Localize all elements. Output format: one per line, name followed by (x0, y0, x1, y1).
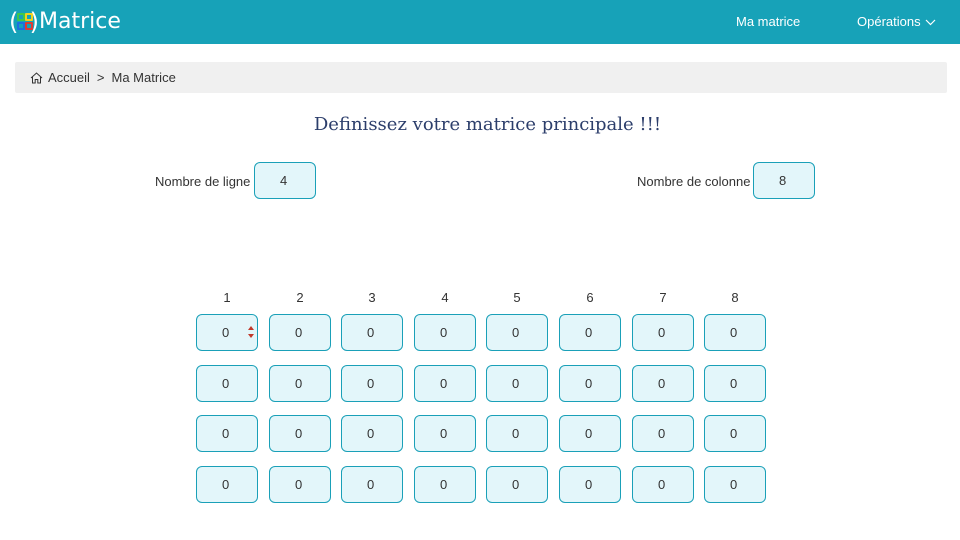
chevron-down-icon (925, 19, 936, 26)
matrix-cell-input[interactable] (196, 466, 258, 503)
matrix-cell-input[interactable] (341, 365, 403, 402)
matrix-col-header: 6 (586, 290, 594, 305)
top-navbar: ( ) Matrice Ma matrice Opérations (0, 0, 960, 44)
matrix-col-header: 4 (441, 290, 449, 305)
page-title: Definissez votre matrice principale !!! (313, 114, 662, 135)
nav-dropdown-label: Opérations (857, 14, 921, 29)
matrix-cell-input[interactable] (414, 466, 476, 503)
matrix-cell-input[interactable] (414, 365, 476, 402)
matrix-cell-input[interactable] (559, 365, 621, 402)
matrix-cell-input[interactable] (341, 466, 403, 503)
matrix-cell-input[interactable] (559, 314, 621, 351)
matrix-col-header: 5 (513, 290, 521, 305)
breadcrumb-separator: > (96, 70, 105, 85)
nav-dropdown-operations[interactable]: Opérations (857, 0, 936, 44)
matrix-cell-input[interactable] (486, 314, 548, 351)
matrix-col-header: 3 (368, 290, 376, 305)
matrix-cell-input[interactable] (704, 466, 766, 503)
breadcrumb-item-current: Ma Matrice (111, 70, 176, 85)
matrix-cell-input[interactable] (486, 365, 548, 402)
matrix-cell-input[interactable] (486, 466, 548, 503)
matrix-cell-input[interactable] (341, 415, 403, 452)
breadcrumb-item-accueil: Accueil (48, 70, 90, 85)
matrix-cell-input[interactable] (196, 365, 258, 402)
cols-count-label: Nombre de colonne : (637, 174, 758, 189)
matrix-cell-input[interactable] (704, 365, 766, 402)
rows-count-input[interactable] (254, 162, 316, 199)
matrix-cell-input[interactable] (486, 415, 548, 452)
breadcrumb-home[interactable]: Accueil (30, 70, 90, 85)
matrix-cell-input[interactable] (414, 314, 476, 351)
app-title: Matrice (39, 9, 121, 34)
matrix-cell-input[interactable] (559, 415, 621, 452)
matrix-cell-input[interactable] (269, 415, 331, 452)
matrix-cell-input[interactable] (341, 314, 403, 351)
matrix-cell-input[interactable] (269, 466, 331, 503)
logo-square-green (17, 13, 25, 21)
matrix-cell-input[interactable] (414, 415, 476, 452)
breadcrumb: Accueil > Ma Matrice (15, 62, 947, 93)
matrix-cell-input[interactable] (632, 365, 694, 402)
matrix-cell-input[interactable] (196, 415, 258, 452)
matrix-col-header: 2 (296, 290, 304, 305)
matrix-cell-input[interactable] (632, 415, 694, 452)
matrix-logo-icon: ( ) (9, 8, 39, 36)
cols-count-input[interactable] (753, 162, 815, 199)
matrix-cell-input[interactable] (559, 466, 621, 503)
matrix-col-header: 8 (731, 290, 739, 305)
matrix-cell-input[interactable] (269, 365, 331, 402)
home-icon (30, 71, 43, 83)
nav-link-ma-matrice[interactable]: Ma matrice (736, 0, 800, 44)
matrix-col-header: 1 (223, 290, 231, 305)
logo-square-blue (17, 22, 25, 30)
rows-count-label: Nombre de ligne : (155, 174, 258, 189)
matrix-cell-input[interactable] (269, 314, 331, 351)
matrix-cell-input[interactable] (632, 314, 694, 351)
matrix-cell-input[interactable] (704, 314, 766, 351)
matrix-col-header: 7 (659, 290, 667, 305)
app-logo[interactable]: ( ) Matrice (9, 6, 121, 38)
matrix-cell-input[interactable] (632, 466, 694, 503)
matrix-cell-input[interactable] (704, 415, 766, 452)
number-spinner-icon[interactable] (247, 326, 255, 340)
